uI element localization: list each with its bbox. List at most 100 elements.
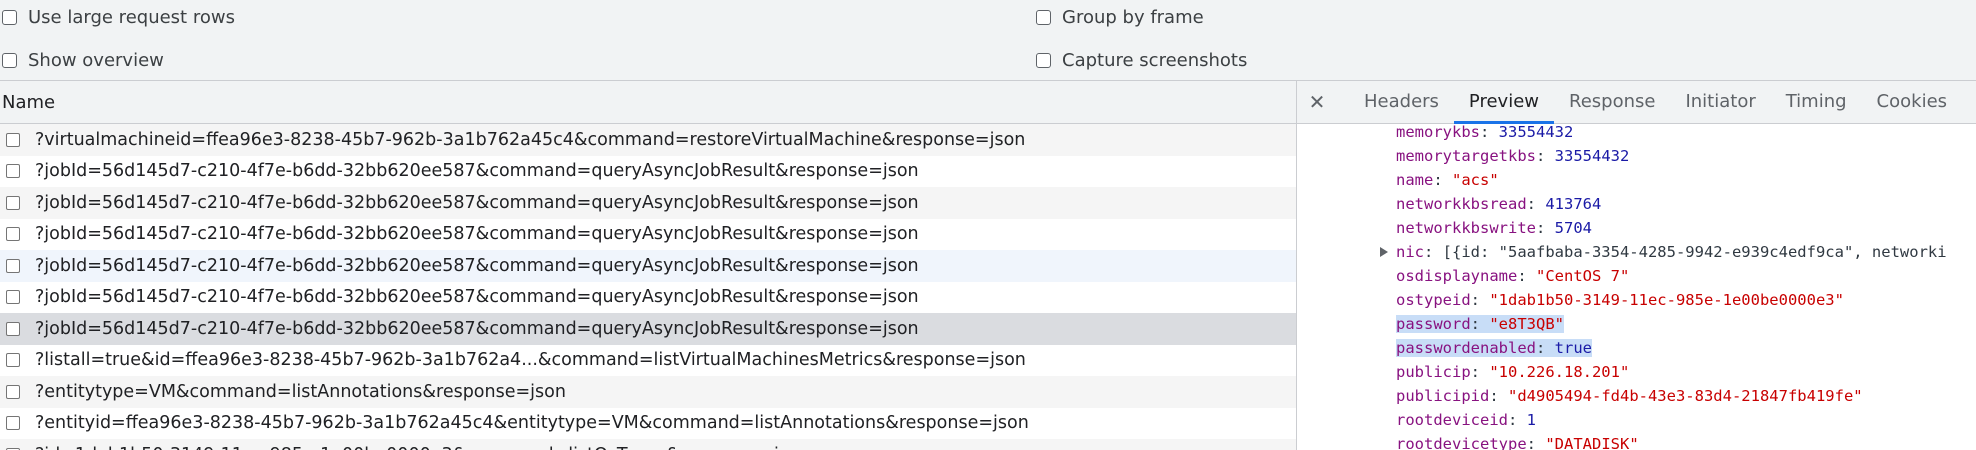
request-row-checkbox[interactable] [6,164,20,179]
request-row-checkbox[interactable] [6,258,20,273]
request-list: Name ?virtualmachineid=ffea96e3-8238-45b… [0,81,1297,450]
preview-property-ostypeid[interactable]: ostypeid: "1dab1b50-3149-11ec-985e-1e00b… [1396,289,1844,311]
request-row-checkbox[interactable] [6,290,20,305]
property-value: 1 [1526,411,1536,429]
request-row[interactable]: ?jobId=56d145d7-c210-4f7e-b6dd-32bb620ee… [0,313,1296,345]
request-row[interactable]: ?jobId=56d145d7-c210-4f7e-b6dd-32bb620ee… [0,250,1296,282]
preview-property-networkkbswrite[interactable]: networkkbswrite: 5704 [1396,217,1592,239]
detail-tabs: ✕ Headers Preview Response Initiator Timing C… [1297,81,1976,124]
property-value: "1dab1b50-3149-11ec-985e-1e00be0000e3" [1489,291,1844,309]
property-value: "e8T3QB" [1489,315,1564,333]
property-value: 33554432 [1554,147,1630,165]
request-row-checkbox[interactable] [6,353,20,368]
request-row-name: ?virtualmachineid=ffea96e3-8238-45b7-962… [35,129,1026,150]
preview-property-osdisplayname[interactable]: osdisplayname: "CentOS 7" [1396,265,1629,287]
property-key: publicip [1396,363,1471,381]
group-by-frame-label: Group by frame [1062,6,1204,28]
preview-property-passwordenabled[interactable]: passwordenabled: true [1396,337,1592,359]
request-detail-panel: ✕ Headers Preview Response Initiator Timing C… [1297,81,1976,450]
capture-screenshots-option[interactable]: Capture screenshots [1036,46,1247,74]
request-row[interactable]: ?virtualmachineid=ffea96e3-8238-45b7-962… [0,124,1296,156]
request-row-name: ?jobId=56d145d7-c210-4f7e-b6dd-32bb620ee… [35,161,919,182]
request-row-name: ?jobId=56d145d7-c210-4f7e-b6dd-32bb620ee… [35,255,919,276]
preview-property-networkkbsread[interactable]: networkkbsread: 413764 [1396,193,1601,215]
preview-property-password[interactable]: password: "e8T3QB" [1396,313,1564,335]
request-row[interactable]: ?jobId=56d145d7-c210-4f7e-b6dd-32bb620ee… [0,282,1296,314]
property-key: memorytargetkbs [1396,147,1536,165]
close-icon[interactable]: ✕ [1297,90,1337,114]
group-by-frame-checkbox[interactable] [1036,9,1051,25]
show-overview-option[interactable]: Show overview [2,46,164,74]
property-key: nic [1396,243,1424,261]
request-row-checkbox[interactable] [6,227,20,242]
request-row-name: ?jobId=56d145d7-c210-4f7e-b6dd-32bb620ee… [35,224,919,245]
name-column-label: Name [2,91,56,113]
preview-property-publicip[interactable]: publicip: "10.226.18.201" [1396,361,1629,383]
capture-screenshots-checkbox[interactable] [1036,52,1051,68]
property-key: osdisplayname [1396,267,1518,285]
capture-screenshots-label: Capture screenshots [1062,49,1248,71]
property-value: 413764 [1545,195,1602,213]
request-row-name: ?jobId=56d145d7-c210-4f7e-b6dd-32bb620ee… [35,192,919,213]
request-row[interactable]: ?entityid=ffea96e3-8238-45b7-962b-3a1b76… [0,408,1296,440]
use-large-rows-label: Use large request rows [28,6,235,28]
property-value: "d4905494-fd4b-43e3-83d4-21847fb419fe" [1508,387,1863,405]
request-row-name: ?jobId=56d145d7-c210-4f7e-b6dd-32bb620ee… [35,318,919,339]
tab-timing[interactable]: Timing [1771,81,1862,123]
network-settings-bar: Use large request rows Group by frame Sh… [0,0,1976,81]
request-row-name: ?entityid=ffea96e3-8238-45b7-962b-3a1b76… [35,413,1029,434]
property-key: rootdeviceid [1396,411,1508,429]
property-value: true [1554,339,1592,357]
preview-tree: memorykbs: 33554432 memorytargetkbs: 3355… [1297,121,1976,450]
request-row[interactable]: ?jobId=56d145d7-c210-4f7e-b6dd-32bb620ee… [0,156,1296,188]
property-value: "DATADISK" [1545,435,1639,450]
request-row-checkbox[interactable] [6,195,20,210]
request-row[interactable]: ?id=1dab1b50-3149-11ec-985e-1e00be0000e3… [0,439,1296,450]
property-value: [{id: "5aafbaba-3354-4285-9942-e939c4edf… [1442,243,1947,261]
property-key: networkkbswrite [1396,219,1536,237]
request-row[interactable]: ?listall=true&id=ffea96e3-8238-45b7-962b… [0,345,1296,377]
request-row[interactable]: ?jobId=56d145d7-c210-4f7e-b6dd-32bb620ee… [0,219,1296,251]
property-key: rootdevicetype [1396,435,1527,450]
property-key: passwordenabled [1396,339,1536,357]
request-row-checkbox[interactable] [6,132,20,147]
property-value: 33554432 [1498,123,1574,141]
property-key: password [1396,315,1471,333]
preview-property-rootdeviceid[interactable]: rootdeviceid: 1 [1396,409,1536,431]
tab-response[interactable]: Response [1554,81,1670,123]
request-row-checkbox[interactable] [6,321,20,336]
request-row-name: ?listall=true&id=ffea96e3-8238-45b7-962b… [35,350,1026,371]
request-row-checkbox[interactable] [6,384,20,399]
preview-property-memorytargetkbs[interactable]: memorytargetkbs: 33554432 [1396,145,1629,167]
preview-property-name[interactable]: name: "acs" [1396,169,1499,191]
preview-property-rootdevicetype[interactable]: rootdevicetype: "DATADISK" [1396,433,1639,450]
request-row-name: ?entitytype=VM&command=listAnnotations&r… [35,381,566,402]
tab-initiator[interactable]: Initiator [1670,81,1770,123]
preview-property-memorykbs[interactable]: memorykbs: 33554432 [1396,121,1573,143]
property-key: name [1396,171,1434,189]
group-by-frame-option[interactable]: Group by frame [1036,3,1204,31]
property-value: "CentOS 7" [1536,267,1630,285]
request-row-name: ?id=1dab1b50-3149-11ec-985e-1e00be0000e3… [35,445,810,450]
name-column-header[interactable]: Name [0,81,1296,124]
tab-preview[interactable]: Preview [1453,81,1555,124]
show-overview-label: Show overview [28,49,164,71]
property-value: "acs" [1452,171,1499,189]
property-key: networkkbsread [1396,195,1527,213]
property-key: publicipid [1396,387,1490,405]
request-row[interactable]: ?jobId=56d145d7-c210-4f7e-b6dd-32bb620ee… [0,187,1296,219]
property-value: "10.226.18.201" [1489,363,1630,381]
tab-headers[interactable]: Headers [1349,81,1454,123]
request-row-name: ?jobId=56d145d7-c210-4f7e-b6dd-32bb620ee… [35,287,919,308]
request-row[interactable]: ?entitytype=VM&command=listAnnotations&r… [0,376,1296,408]
expand-triangle-icon[interactable] [1380,247,1388,257]
use-large-rows-option[interactable]: Use large request rows [2,3,235,31]
request-row-checkbox[interactable] [6,416,20,431]
property-key: memorykbs [1396,123,1480,141]
show-overview-checkbox[interactable] [2,52,17,68]
property-key: ostypeid [1396,291,1471,309]
preview-property-publicipid[interactable]: publicipid: "d4905494-fd4b-43e3-83d4-218… [1396,385,1863,407]
use-large-rows-checkbox[interactable] [2,9,17,25]
tab-cookies[interactable]: Cookies [1862,81,1962,123]
preview-property-nic[interactable]: nic: [{id: "5aafbaba-3354-4285-9942-e939… [1396,241,1947,263]
